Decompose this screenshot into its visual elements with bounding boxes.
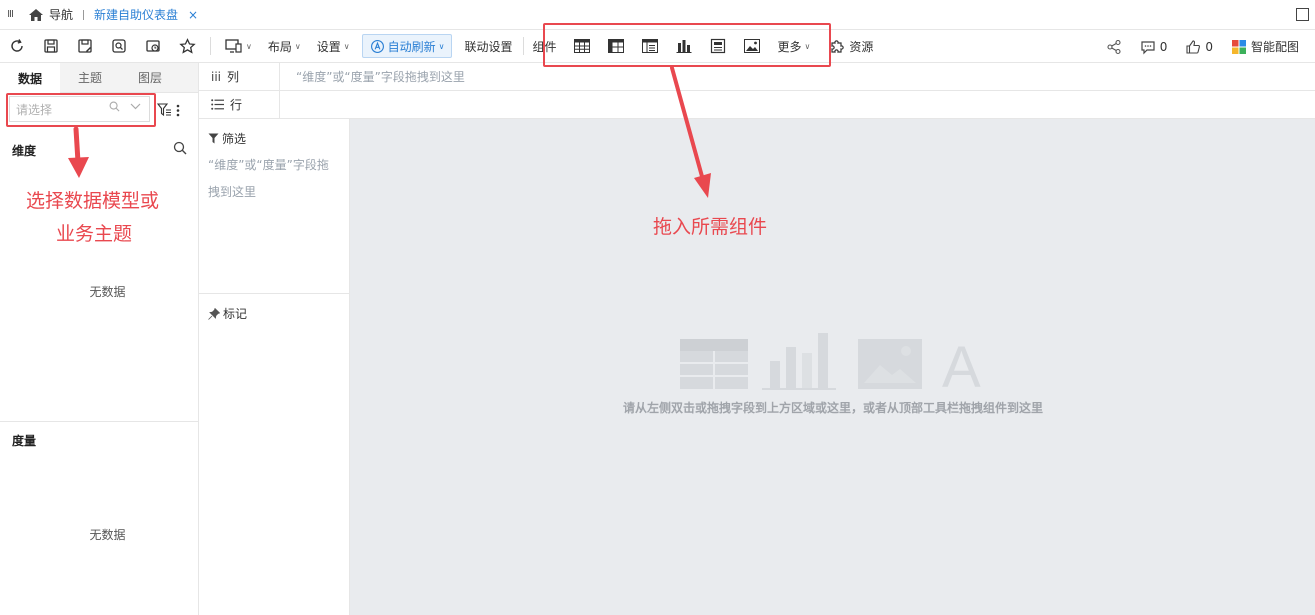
mark-section-head: 标记 (208, 305, 247, 322)
filter-section-head: 筛选 (208, 130, 246, 147)
empty-canvas-illustration: A (680, 333, 981, 391)
save-as-icon (78, 39, 92, 53)
placeholder-text-icon: A (942, 335, 981, 391)
refresh-icon (11, 39, 23, 52)
annotation-box-data-source (6, 93, 156, 127)
column-label: 列 (227, 70, 240, 84)
auto-refresh-label: 自动刷新 (387, 39, 436, 54)
row-shelf-label: 行 (199, 90, 280, 119)
placeholder-bar-chart-icon (762, 333, 836, 390)
like-button[interactable]: 0 (1176, 39, 1222, 55)
smart-color-button[interactable]: 智能配图 (1222, 38, 1315, 55)
schedule-icon (146, 40, 160, 52)
data-panel: 数据 主题 图层 请选择 维度 选择数据模型或 业务主题 无数据 度量 无数据 (0, 63, 199, 615)
chevron-down-icon: ∨ (294, 41, 301, 51)
save-button[interactable] (34, 30, 68, 63)
filter-settings-icon[interactable] (157, 103, 172, 117)
maximize-icon[interactable] (1296, 8, 1309, 21)
dimension-title: 维度 (12, 144, 37, 158)
toolbar-divider (210, 37, 211, 55)
dimension-search-icon[interactable] (173, 141, 187, 155)
canvas-empty-hint: 请从左侧双击或拖拽字段到上方区域或这里，或者从顶部工具栏拖拽组件到这里 (622, 401, 1043, 415)
columns-icon: iii (211, 69, 222, 84)
toolbar-right: 0 0 智能配图 (1097, 30, 1315, 63)
filter-drop-hint[interactable]: “维度”或“度量”字段拖拽到这里 (208, 152, 340, 206)
share-icon (1107, 39, 1121, 54)
preview-button[interactable] (102, 30, 136, 63)
column-shelf-label: iii 列 (199, 62, 280, 91)
measure-title: 度量 (12, 434, 37, 448)
placeholder-image-icon (858, 339, 922, 389)
auto-refresh-button[interactable]: 自动刷新 ∨ (361, 34, 453, 58)
layout-button[interactable]: 布局 ∨ (260, 30, 309, 63)
tab-new-dashboard[interactable]: 新建自助仪表盘 (94, 6, 178, 23)
auto-refresh-icon (370, 39, 384, 53)
share-button[interactable] (1097, 39, 1131, 55)
linkage-settings-button[interactable]: 联动设置 (456, 30, 520, 63)
filter-label: 筛选 (222, 132, 247, 146)
mark-label: 标记 (223, 307, 248, 321)
smart-color-icon (1231, 39, 1246, 54)
chevron-down-icon: ∨ (246, 41, 252, 51)
column-shelf[interactable]: iii 列 “维度”或“度量”字段拖拽到这里 (199, 62, 1315, 91)
likes-count: 0 (1205, 39, 1213, 54)
pin-icon (208, 307, 220, 320)
panel-divider (0, 421, 198, 422)
comments-count: 0 (1159, 39, 1168, 54)
layout-label: 布局 (267, 39, 292, 54)
panel-tools (157, 103, 180, 117)
favorite-button[interactable] (170, 30, 204, 63)
nav-home-label: 导航 (49, 8, 74, 22)
settings-label: 设置 (316, 39, 341, 54)
home-icon (29, 8, 43, 21)
tab-close-icon[interactable]: × (188, 8, 198, 22)
resources-button[interactable]: 资源 (822, 30, 881, 63)
puzzle-icon (831, 40, 845, 53)
refresh-button[interactable] (0, 30, 34, 63)
menu-icon[interactable]: III (0, 9, 20, 20)
preview-icon (112, 39, 126, 53)
chevron-down-icon: ∨ (438, 41, 445, 51)
rows-icon (211, 99, 224, 110)
measure-empty-text: 无数据 (89, 528, 126, 542)
settings-button[interactable]: 设置 ∨ (309, 30, 358, 63)
annotation-select-model-line2: 业务主题 (56, 223, 133, 245)
annotation-select-model-line1: 选择数据模型或 (26, 190, 160, 212)
filter-mark-divider (199, 293, 349, 294)
filter-icon (208, 133, 219, 144)
more-options-icon[interactable] (176, 104, 180, 117)
filter-mark-panel: 筛选 “维度”或“度量”字段拖拽到这里 标记 (199, 119, 350, 615)
smart-color-label: 智能配图 (1250, 40, 1299, 54)
schedule-button[interactable] (136, 30, 170, 63)
row-label: 行 (230, 98, 243, 112)
thumbs-up-icon (1186, 39, 1201, 54)
chevron-down-icon: ∨ (343, 41, 350, 51)
resources-label: 资源 (849, 39, 874, 54)
dimension-empty-text: 无数据 (89, 285, 126, 299)
annotation-drag-components: 拖入所需组件 (653, 216, 768, 238)
device-icon (225, 39, 242, 53)
tab-bar-filler (180, 63, 198, 93)
nav-home-link[interactable]: 导航 (28, 6, 73, 23)
tab-data[interactable]: 数据 (0, 63, 60, 93)
save-icon (44, 39, 58, 53)
comment-icon (1141, 40, 1155, 54)
left-panel-tabs: 数据 主题 图层 (0, 63, 198, 93)
star-icon (178, 37, 196, 54)
tab-theme[interactable]: 主题 (60, 63, 120, 93)
tab-layers[interactable]: 图层 (120, 63, 180, 93)
nav-separator (83, 9, 85, 20)
save-as-button[interactable] (68, 30, 102, 63)
linkage-settings-label: 联动设置 (464, 39, 513, 54)
row-shelf[interactable]: 行 (199, 90, 1315, 119)
dashboard-canvas[interactable]: A (350, 119, 1315, 615)
device-button[interactable]: ∨ (217, 30, 260, 63)
comments-button[interactable]: 0 (1131, 39, 1177, 55)
annotation-box-components (543, 23, 831, 67)
column-drop-hint: “维度”或“度量”字段拖拽到这里 (296, 70, 465, 84)
